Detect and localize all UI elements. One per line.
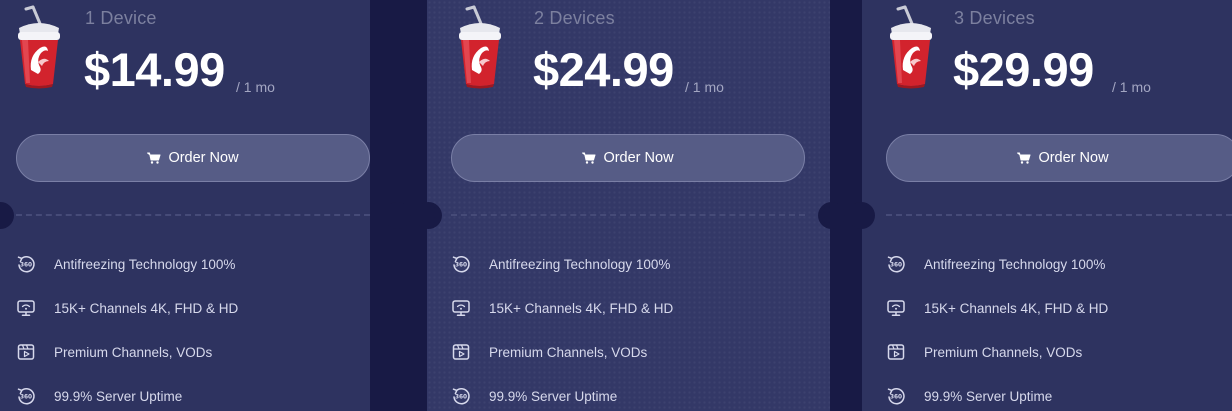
- ticket-notch: [415, 202, 442, 229]
- cart-icon: [1017, 152, 1031, 164]
- pricing-card-3-devices: 3 Devices $29.99 / 1 mo Order Now Antifr…: [862, 0, 1232, 411]
- order-now-label: Order Now: [1038, 150, 1109, 166]
- plan-price: $24.99: [533, 43, 674, 96]
- tv-signal-icon: [16, 298, 36, 318]
- feature-label: Premium Channels, VODs: [54, 344, 213, 360]
- dashed-divider: [886, 214, 1232, 216]
- feature-item: Premium Channels, VODs: [886, 342, 1082, 362]
- plan-period: / 1 mo: [1112, 79, 1151, 95]
- feature-item: Antifreezing Technology 100%: [451, 254, 670, 274]
- dashed-divider: [451, 214, 805, 216]
- order-now-label: Order Now: [603, 150, 674, 166]
- tv-signal-icon: [886, 298, 906, 318]
- drink-cup-icon: [14, 4, 64, 90]
- video-player-icon: [886, 342, 906, 362]
- drink-cup-icon: [886, 4, 936, 90]
- 360-rotate-icon: [451, 386, 471, 406]
- feature-label: Antifreezing Technology 100%: [54, 256, 236, 272]
- video-player-icon: [451, 342, 471, 362]
- 360-rotate-icon: [886, 386, 906, 406]
- tv-signal-icon: [451, 298, 471, 318]
- feature-item: Antifreezing Technology 100%: [886, 254, 1105, 274]
- feature-label: 15K+ Channels 4K, FHD & HD: [924, 300, 1109, 316]
- feature-item: Premium Channels, VODs: [451, 342, 647, 362]
- 360-rotate-icon: [886, 254, 906, 274]
- 360-rotate-icon: [16, 386, 36, 406]
- plan-price: $29.99: [953, 43, 1094, 96]
- pricing-card-2-devices: 2 Devices $24.99 / 1 mo Order Now Antifr…: [427, 0, 830, 411]
- cart-icon: [147, 152, 161, 164]
- order-now-button[interactable]: Order Now: [451, 134, 805, 182]
- feature-item: 15K+ Channels 4K, FHD & HD: [451, 298, 673, 318]
- drink-cup-icon: [455, 4, 505, 90]
- cart-icon: [582, 152, 596, 164]
- feature-label: Premium Channels, VODs: [924, 344, 1083, 360]
- feature-label: 15K+ Channels 4K, FHD & HD: [54, 300, 239, 316]
- feature-item: 15K+ Channels 4K, FHD & HD: [886, 298, 1108, 318]
- feature-item: 99.9% Server Uptime: [16, 386, 182, 406]
- plan-devices: 3 Devices: [954, 8, 1035, 28]
- feature-label: 99.9% Server Uptime: [924, 388, 1053, 404]
- feature-label: Premium Channels, VODs: [489, 344, 648, 360]
- plan-price: $14.99: [84, 43, 225, 96]
- feature-item: Premium Channels, VODs: [16, 342, 212, 362]
- dashed-divider: [16, 214, 370, 216]
- ticket-notch: [818, 202, 845, 229]
- plan-period: / 1 mo: [685, 79, 724, 95]
- plan-devices: 1 Device: [85, 8, 157, 28]
- feature-item: Antifreezing Technology 100%: [16, 254, 235, 274]
- 360-rotate-icon: [16, 254, 36, 274]
- 360-rotate-icon: [451, 254, 471, 274]
- order-now-button[interactable]: Order Now: [886, 134, 1232, 182]
- plan-devices: 2 Devices: [534, 8, 615, 28]
- order-now-button[interactable]: Order Now: [16, 134, 370, 182]
- feature-label: 99.9% Server Uptime: [54, 388, 183, 404]
- feature-item: 15K+ Channels 4K, FHD & HD: [16, 298, 238, 318]
- feature-item: 99.9% Server Uptime: [451, 386, 617, 406]
- ticket-notch: [384, 202, 411, 229]
- order-now-label: Order Now: [168, 150, 239, 166]
- feature-label: 15K+ Channels 4K, FHD & HD: [489, 300, 674, 316]
- feature-item: 99.9% Server Uptime: [886, 386, 1052, 406]
- feature-label: 99.9% Server Uptime: [489, 388, 618, 404]
- feature-label: Antifreezing Technology 100%: [489, 256, 671, 272]
- plan-period: / 1 mo: [236, 79, 275, 95]
- pricing-card-1-device: 1 Device $14.99 / 1 mo Order Now Antifre…: [0, 0, 370, 411]
- feature-label: Antifreezing Technology 100%: [924, 256, 1106, 272]
- video-player-icon: [16, 342, 36, 362]
- ticket-notch: [848, 202, 875, 229]
